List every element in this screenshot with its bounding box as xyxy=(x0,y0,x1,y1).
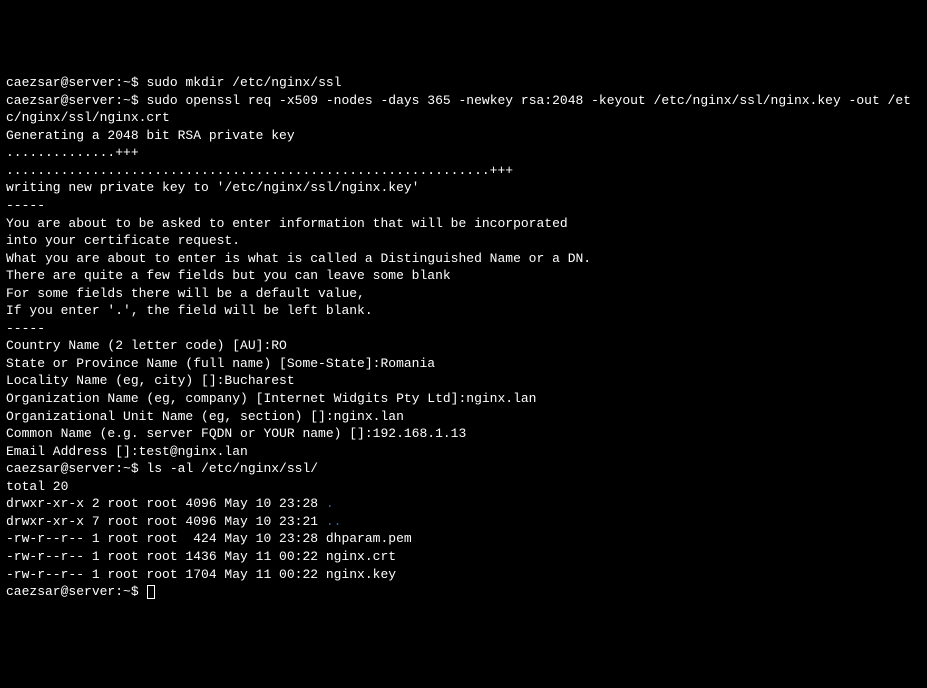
command-text: sudo mkdir /etc/nginx/ssl xyxy=(146,75,341,90)
prompt: caezsar@server:~$ xyxy=(6,461,146,476)
terminal[interactable]: caezsar@server:~$ sudo mkdir /etc/nginx/… xyxy=(6,74,921,600)
command-text: ls -al /etc/nginx/ssl/ xyxy=(146,461,318,476)
ls-row-meta: drwxr-xr-x 2 root root 4096 May 10 23:28 xyxy=(6,496,326,511)
ls-dir-link: . xyxy=(326,496,334,511)
ls-row-meta: drwxr-xr-x 7 root root 4096 May 10 23:21 xyxy=(6,514,326,529)
output-line: State or Province Name (full name) [Some… xyxy=(6,355,921,373)
cursor-icon xyxy=(147,585,155,599)
output-line: ..............+++ xyxy=(6,144,921,162)
output-line: For some fields there will be a default … xyxy=(6,285,921,303)
ls-row: drwxr-xr-x 7 root root 4096 May 10 23:21… xyxy=(6,513,921,531)
output-line: ........................................… xyxy=(6,162,921,180)
output-line: Email Address []:test@nginx.lan xyxy=(6,443,921,461)
ls-row: -rw-r--r-- 1 root root 1436 May 11 00:22… xyxy=(6,548,921,566)
ls-row: -rw-r--r-- 1 root root 424 May 10 23:28 … xyxy=(6,530,921,548)
output-line: You are about to be asked to enter infor… xyxy=(6,215,921,233)
output-line: If you enter '.', the field will be left… xyxy=(6,302,921,320)
command-line-1: caezsar@server:~$ sudo mkdir /etc/nginx/… xyxy=(6,74,921,92)
output-line: ----- xyxy=(6,197,921,215)
command-line-3: caezsar@server:~$ ls -al /etc/nginx/ssl/ xyxy=(6,460,921,478)
output-line: What you are about to enter is what is c… xyxy=(6,250,921,268)
output-line: Common Name (e.g. server FQDN or YOUR na… xyxy=(6,425,921,443)
output-line: Country Name (2 letter code) [AU]:RO xyxy=(6,337,921,355)
output-line: ----- xyxy=(6,320,921,338)
ls-dir-link: .. xyxy=(326,514,342,529)
prompt: caezsar@server:~$ xyxy=(6,584,146,599)
output-line: Organization Name (eg, company) [Interne… xyxy=(6,390,921,408)
ls-row: -rw-r--r-- 1 root root 1704 May 11 00:22… xyxy=(6,566,921,584)
output-line: There are quite a few fields but you can… xyxy=(6,267,921,285)
output-line: into your certificate request. xyxy=(6,232,921,250)
ls-row: drwxr-xr-x 2 root root 4096 May 10 23:28… xyxy=(6,495,921,513)
command-line-4: caezsar@server:~$ xyxy=(6,583,921,601)
output-line: Organizational Unit Name (eg, section) [… xyxy=(6,408,921,426)
output-line: Locality Name (eg, city) []:Bucharest xyxy=(6,372,921,390)
ls-total: total 20 xyxy=(6,478,921,496)
output-line: writing new private key to '/etc/nginx/s… xyxy=(6,179,921,197)
prompt: caezsar@server:~$ xyxy=(6,93,146,108)
prompt: caezsar@server:~$ xyxy=(6,75,146,90)
output-line: Generating a 2048 bit RSA private key xyxy=(6,127,921,145)
command-line-2: caezsar@server:~$ sudo openssl req -x509… xyxy=(6,92,921,127)
